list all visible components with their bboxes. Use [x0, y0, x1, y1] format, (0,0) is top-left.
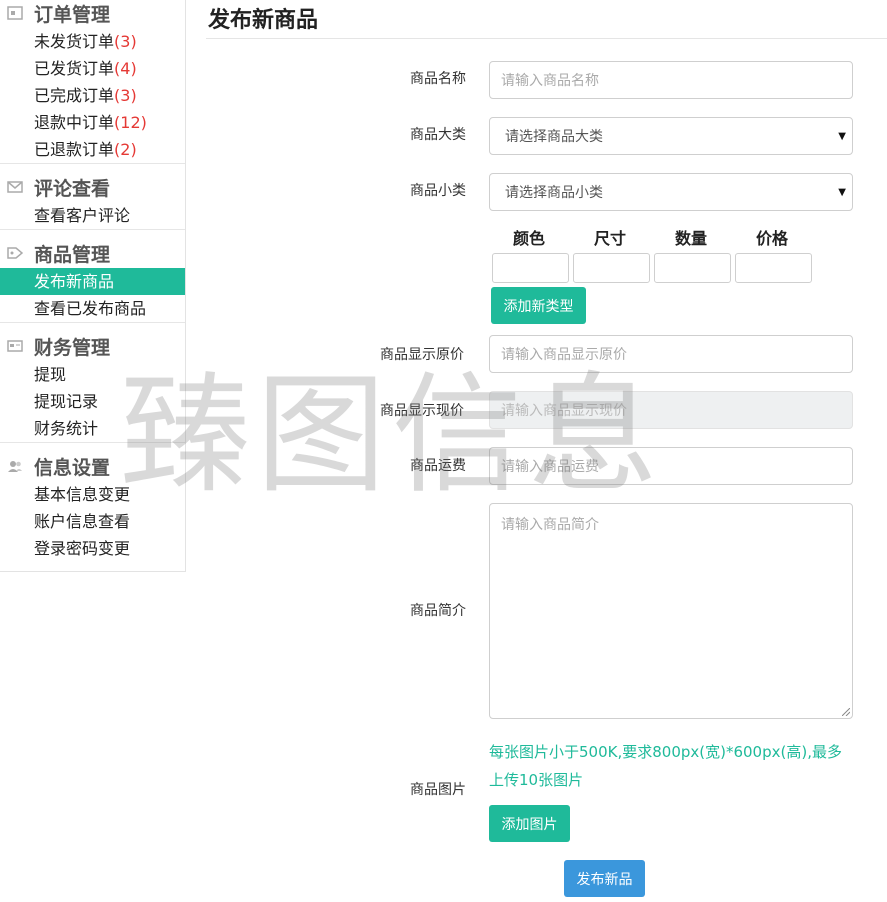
page-title: 发布新商品 [208, 7, 319, 33]
sidebar-item-publish-product[interactable]: 发布新商品 [0, 268, 185, 295]
item-label: 查看客户评论 [34, 206, 131, 225]
spec-header-price: 价格 [756, 229, 789, 248]
sidebar-section-products: 商品管理 发布新商品 查看已发布商品 [0, 230, 185, 323]
section-header[interactable]: 财务管理 [0, 333, 185, 359]
spec-header-color: 颜色 [513, 229, 546, 248]
category-select-value: 请选择商品大类 [505, 129, 603, 145]
description-placeholder: 请输入商品简介 [501, 517, 599, 533]
sidebar-item-unshipped[interactable]: 未发货订单(3) [0, 28, 185, 55]
spec-header-quantity: 数量 [675, 229, 708, 248]
spec-quantity-input[interactable] [654, 253, 731, 283]
sidebar-section-orders: 订单管理 未发货订单(3) 已发货订单(4) 已完成订单(3) 退款中订单(12… [0, 0, 185, 164]
item-count: (3) [114, 32, 137, 51]
item-label: 退款中订单 [34, 113, 115, 132]
spec-price-input[interactable] [735, 253, 812, 283]
shipping-label: 商品运费 [410, 458, 466, 474]
description-textarea[interactable]: 请输入商品简介 [489, 503, 853, 719]
subcategory-select[interactable]: 请选择商品小类 ▼ [489, 173, 853, 211]
spec-size-input[interactable] [573, 253, 650, 283]
section-title: 信息设置 [34, 456, 111, 479]
add-type-button[interactable]: 添加新类型 [491, 287, 586, 324]
product-name-input[interactable]: 请输入商品名称 [489, 61, 853, 99]
item-count: (2) [114, 140, 137, 159]
sidebar-item-shipped[interactable]: 已发货订单(4) [0, 55, 185, 82]
item-label: 查看已发布商品 [34, 299, 147, 318]
sidebar-section-settings: 信息设置 基本信息变更 账户信息查看 登录密码变更 [0, 443, 185, 562]
shipping-input[interactable]: 请输入商品运费 [489, 447, 853, 485]
sidebar-item-refunding[interactable]: 退款中订单(12) [0, 109, 185, 136]
item-label: 已退款订单 [34, 140, 115, 159]
spec-color-input[interactable] [492, 253, 569, 283]
item-label: 提现记录 [34, 392, 99, 411]
sidebar-item-refunded[interactable]: 已退款订单(2) [0, 136, 185, 163]
envelope-icon [6, 180, 24, 194]
section-header[interactable]: 评论查看 [0, 174, 185, 200]
orig-price-label: 商品显示原价 [380, 347, 464, 363]
tag-icon [6, 246, 24, 260]
sidebar-section-reviews: 评论查看 查看客户评论 [0, 164, 185, 230]
publish-button[interactable]: 发布新品 [564, 860, 645, 897]
section-header[interactable]: 商品管理 [0, 240, 185, 266]
users-icon [6, 459, 24, 473]
sidebar-item-customer-reviews[interactable]: 查看客户评论 [0, 202, 185, 229]
description-label: 商品简介 [410, 603, 466, 619]
sidebar-item-finance-stats[interactable]: 财务统计 [0, 415, 185, 442]
chevron-down-icon: ▼ [838, 131, 846, 142]
cur-price-input: 请输入商品显示现价 [489, 391, 853, 429]
item-label: 账户信息查看 [34, 512, 131, 531]
image-label: 商品图片 [410, 782, 466, 798]
card-icon [6, 339, 24, 353]
sidebar-item-withdraw[interactable]: 提现 [0, 361, 185, 388]
page: 订单管理 未发货订单(3) 已发货订单(4) 已完成订单(3) 退款中订单(12… [0, 0, 887, 902]
calendar-icon [6, 6, 24, 20]
cur-price-label: 商品显示现价 [380, 403, 464, 419]
item-label: 已发货订单 [34, 59, 115, 78]
sidebar-item-account-info[interactable]: 账户信息查看 [0, 508, 185, 535]
item-count: (12) [114, 113, 147, 132]
item-count: (3) [114, 86, 137, 105]
sidebar-item-withdraw-records[interactable]: 提现记录 [0, 388, 185, 415]
item-label: 发布新商品 [34, 272, 115, 291]
item-label: 基本信息变更 [34, 485, 131, 504]
item-label: 提现 [34, 365, 67, 384]
item-label: 财务统计 [34, 419, 99, 438]
subcategory-label: 商品小类 [410, 183, 466, 199]
item-label: 登录密码变更 [34, 539, 131, 558]
item-count: (4) [114, 59, 137, 78]
orig-price-input[interactable]: 请输入商品显示原价 [489, 335, 853, 373]
section-title: 订单管理 [34, 3, 111, 26]
sidebar-item-published-products[interactable]: 查看已发布商品 [0, 295, 185, 322]
sidebar-item-change-password[interactable]: 登录密码变更 [0, 535, 185, 562]
sidebar: 订单管理 未发货订单(3) 已发货订单(4) 已完成订单(3) 退款中订单(12… [0, 0, 186, 572]
subcategory-select-value: 请选择商品小类 [505, 185, 603, 201]
name-label: 商品名称 [410, 71, 466, 87]
sidebar-item-basic-info[interactable]: 基本信息变更 [0, 481, 185, 508]
section-title: 商品管理 [34, 243, 111, 266]
chevron-down-icon: ▼ [838, 187, 846, 198]
category-select[interactable]: 请选择商品大类 ▼ [489, 117, 853, 155]
sidebar-section-finance: 财务管理 提现 提现记录 财务统计 [0, 323, 185, 443]
section-title: 财务管理 [34, 336, 111, 359]
image-hint: 每张图片小于500K,要求800px(宽)*600px(高),最多上传10张图片 [489, 743, 842, 789]
title-divider [206, 38, 887, 39]
add-image-button[interactable]: 添加图片 [489, 805, 570, 842]
resize-handle-icon[interactable] [842, 708, 850, 716]
spec-header-size: 尺寸 [594, 229, 627, 248]
section-title: 评论查看 [34, 177, 111, 200]
section-header[interactable]: 信息设置 [0, 453, 185, 479]
sidebar-item-completed[interactable]: 已完成订单(3) [0, 82, 185, 109]
section-header[interactable]: 订单管理 [0, 0, 185, 26]
category-label: 商品大类 [410, 127, 466, 143]
item-label: 已完成订单 [34, 86, 115, 105]
item-label: 未发货订单 [34, 32, 115, 51]
